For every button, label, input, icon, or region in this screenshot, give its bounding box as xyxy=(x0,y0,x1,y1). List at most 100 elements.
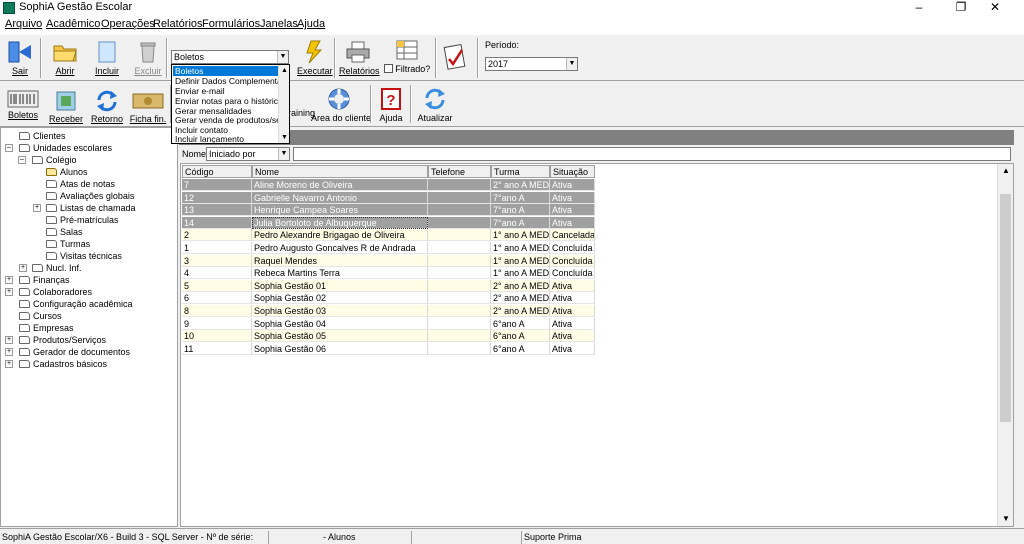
table-cell[interactable] xyxy=(428,179,491,191)
table-cell[interactable]: Ativa xyxy=(550,342,595,355)
table-cell[interactable]: 14 xyxy=(182,216,252,229)
dropdown-item[interactable]: Definir Dados Complementares xyxy=(173,76,279,86)
table-cell[interactable]: 2° ano A MED xyxy=(491,305,550,317)
table-cell[interactable] xyxy=(428,254,491,267)
tree-item-alunos[interactable]: Alunos xyxy=(46,166,88,178)
tree-item-financas[interactable]: + Finanças xyxy=(5,274,70,286)
menu-academico[interactable]: Acadêmico xyxy=(46,18,100,30)
retorno-button[interactable]: Retorno xyxy=(90,90,124,124)
table-cell[interactable]: Sophia Gestão 03 xyxy=(252,305,428,317)
tree-item-gerador-de-documentos[interactable]: + Gerador de documentos xyxy=(5,346,130,358)
sair-button[interactable]: Sair xyxy=(5,40,35,76)
minimize-button[interactable]: – xyxy=(904,0,934,16)
checklist-button[interactable] xyxy=(442,44,468,74)
tree-item-visitas-tecnicas[interactable]: Visitas técnicas xyxy=(46,250,122,262)
table-cell[interactable]: 6°ano A xyxy=(491,330,550,343)
column-header-codigo[interactable]: Código xyxy=(182,165,252,178)
dropdown-item[interactable]: Boletos xyxy=(173,66,279,76)
table-cell[interactable]: 2 xyxy=(182,229,252,242)
table-cell[interactable]: 1° ano A MED xyxy=(491,254,550,267)
table-cell[interactable] xyxy=(428,229,491,242)
table-cell[interactable]: 9 xyxy=(182,317,252,330)
ficha-fin-button[interactable]: Ficha fin. xyxy=(129,90,167,124)
abrir-button[interactable]: Abrir xyxy=(50,40,80,76)
table-cell[interactable]: Ativa xyxy=(550,204,595,217)
tree-item-avaliacoes-globais[interactable]: Avaliações globais xyxy=(46,190,134,202)
table-cell[interactable]: 8 xyxy=(182,305,252,317)
table-cell[interactable]: Ativa xyxy=(550,305,595,317)
tree-item-cadastros-basicos[interactable]: + Cadastros básicos xyxy=(5,358,107,370)
table-cell[interactable]: 7°ano A xyxy=(491,216,550,229)
table-cell[interactable] xyxy=(428,292,491,305)
table-cell[interactable]: Sophia Gestão 04 xyxy=(252,317,428,330)
table-cell[interactable]: Concluída xyxy=(550,242,595,254)
collapse-icon[interactable]: – xyxy=(5,144,13,152)
boletos-button[interactable]: Boletos xyxy=(5,90,41,120)
column-header-telefone[interactable]: Telefone xyxy=(428,165,491,178)
table-cell[interactable]: 7°ano A xyxy=(491,204,550,217)
tree-item-salas[interactable]: Salas xyxy=(46,226,83,238)
table-cell[interactable]: Ativa xyxy=(550,292,595,305)
table-cell[interactable]: Pedro Alexandre Brigagao de Oliveira xyxy=(252,229,428,242)
tree-item-nucl-inf[interactable]: + Nucl. Inf. xyxy=(19,262,82,274)
table-cell[interactable]: Sophia Gestão 05 xyxy=(252,330,428,343)
restore-button[interactable]: ❐ xyxy=(946,0,976,16)
tree-item-clientes[interactable]: Clientes xyxy=(19,130,66,142)
dropdown-item[interactable]: Incluir lançamento xyxy=(173,134,279,143)
table-cell[interactable]: Ativa xyxy=(550,179,595,191)
chevron-up-icon[interactable]: ▲ xyxy=(279,65,289,76)
relatorios-button[interactable]: Relatórios xyxy=(339,40,380,76)
menu-arquivo[interactable]: Arquivo xyxy=(5,18,42,30)
column-header-turma-regular[interactable]: Turma regular xyxy=(491,165,550,189)
table-cell[interactable]: 2° ano A MED xyxy=(491,292,550,305)
table-cell[interactable] xyxy=(428,317,491,330)
executar-button[interactable]: Executar xyxy=(297,40,333,76)
tree-item-listas-de-chamada[interactable]: + Listas de chamada xyxy=(33,202,136,214)
menu-operacoes[interactable]: Operações xyxy=(101,18,155,30)
expand-icon[interactable]: + xyxy=(5,348,13,356)
table-cell[interactable]: Sophia Gestão 02 xyxy=(252,292,428,305)
grid-scrollbar[interactable]: ▲ ▼ xyxy=(997,164,1013,526)
expand-icon[interactable]: + xyxy=(5,336,13,344)
table-cell[interactable] xyxy=(428,342,491,355)
tree-item-colaboradores[interactable]: + Colaboradores xyxy=(5,286,92,298)
table-cell[interactable]: Ativa xyxy=(550,191,595,204)
table-cell[interactable] xyxy=(428,204,491,217)
table-cell[interactable]: Julia Bortoloto de Albuquerque xyxy=(252,216,428,229)
table-cell[interactable]: 7 xyxy=(182,179,252,191)
dropdown-item[interactable]: Enviar notas para o histórico xyxy=(173,96,279,106)
table-cell[interactable]: 5 xyxy=(182,279,252,292)
filter-input[interactable] xyxy=(293,147,1011,161)
close-button[interactable]: ✕ xyxy=(980,0,1010,16)
incluir-button[interactable]: Incluir xyxy=(91,40,123,76)
menu-janelas[interactable]: Janelas xyxy=(260,18,298,30)
tree-item-produtos-servicos[interactable]: + Produtos/Serviços xyxy=(5,334,106,346)
tree-item-turmas[interactable]: Turmas xyxy=(46,238,90,250)
table-cell[interactable]: Raquel Mendes xyxy=(252,254,428,267)
table-cell[interactable]: 12 xyxy=(182,191,252,204)
table-cell[interactable]: 6°ano A xyxy=(491,342,550,355)
table-cell[interactable]: Rebeca Martins Terra xyxy=(252,267,428,280)
table-cell[interactable]: Henrique Campea Soares xyxy=(252,204,428,217)
table-cell[interactable]: 10 xyxy=(182,330,252,343)
periodo-select[interactable]: 2017 ▼ xyxy=(485,57,578,71)
table-cell[interactable]: 1 xyxy=(182,242,252,254)
chevron-up-icon[interactable]: ▲ xyxy=(998,164,1013,178)
area-cliente-button[interactable]: Área do cliente xyxy=(311,87,371,123)
column-header-situacao[interactable]: Situação xyxy=(550,165,595,178)
table-cell[interactable]: 2° ano A MED xyxy=(491,179,550,191)
action-combo[interactable]: Boletos ▼ xyxy=(171,50,289,64)
table-cell[interactable] xyxy=(428,242,491,254)
table-cell[interactable]: Aline Moreno de Oliveira xyxy=(252,179,428,191)
table-cell[interactable]: Concluída xyxy=(550,267,595,280)
table-cell[interactable]: 6°ano A xyxy=(491,317,550,330)
table-cell[interactable]: Gabrielle Navarro Antonio xyxy=(252,191,428,204)
table-cell[interactable]: Cancelada xyxy=(550,229,595,242)
tree-item-unidades-escolares[interactable]: – Unidades escolares xyxy=(5,142,112,154)
table-cell[interactable]: Sophia Gestão 01 xyxy=(252,279,428,292)
tree-item-empresas[interactable]: Empresas xyxy=(19,322,74,334)
table-cell[interactable]: 4 xyxy=(182,267,252,280)
receber-button[interactable]: Receber xyxy=(48,90,84,124)
menu-relatorios[interactable]: Relatórios xyxy=(153,18,203,30)
tree-item-cursos[interactable]: Cursos xyxy=(19,310,62,322)
